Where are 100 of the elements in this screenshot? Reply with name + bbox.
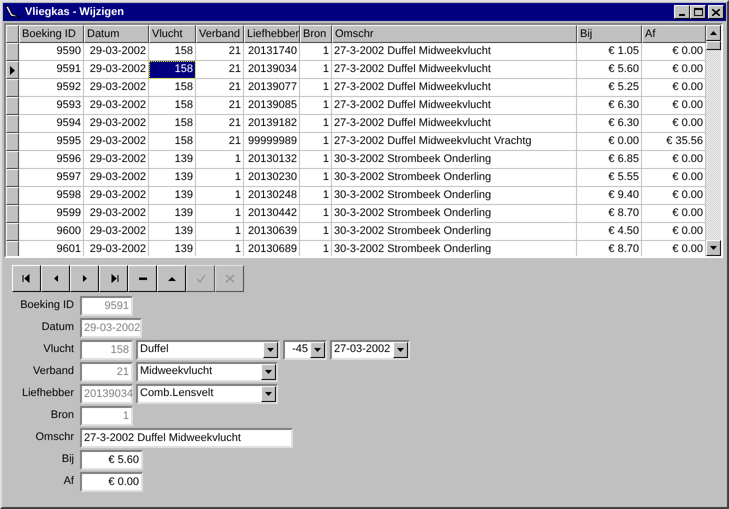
- table-cell: 30-3-2002 Strombeek Onderling: [332, 151, 577, 169]
- table-cell: 139: [149, 205, 196, 223]
- check-icon: [196, 274, 206, 283]
- up-arrow-icon: [710, 31, 717, 35]
- table-cell: 29-03-2002: [84, 43, 149, 61]
- row-indicator[interactable]: [6, 97, 19, 115]
- table-cell: 27-3-2002 Duffel Midweekvlucht Vrachtg: [332, 133, 577, 151]
- table-cell: 30-3-2002 Strombeek Onderling: [332, 205, 577, 223]
- field-label: Af: [62, 474, 75, 490]
- table-cell: 29-03-2002: [84, 169, 149, 187]
- delete-record-button[interactable]: [128, 265, 157, 292]
- field-label: Bij: [60, 452, 75, 468]
- edit-record-button[interactable]: [157, 265, 186, 292]
- table-cell: 1: [196, 169, 244, 187]
- table-cell: 30-3-2002 Strombeek Onderling: [332, 169, 577, 187]
- table-cell: 20130442: [244, 205, 300, 223]
- column-header[interactable]: Datum: [84, 25, 149, 43]
- column-header[interactable]: Verband: [196, 25, 244, 43]
- caret-icon: [265, 392, 272, 396]
- table-cell: € 6.30: [577, 97, 642, 115]
- skip-back-icon: [22, 274, 32, 283]
- row-indicator[interactable]: [6, 241, 19, 256]
- table-cell: 158: [149, 61, 196, 79]
- next-record-button[interactable]: [70, 265, 99, 292]
- row-indicator[interactable]: [6, 133, 19, 151]
- table-cell: 9597: [19, 169, 84, 187]
- first-record-button[interactable]: [12, 265, 41, 292]
- table-cell: 1: [300, 169, 332, 187]
- column-header[interactable]: Bij: [577, 25, 642, 43]
- table-cell: € 8.70: [577, 241, 642, 256]
- row-indicator[interactable]: [6, 187, 19, 205]
- row-indicator[interactable]: [6, 115, 19, 133]
- caret-icon: [267, 348, 274, 352]
- table-cell: 30-3-2002 Strombeek Onderling: [332, 187, 577, 205]
- previous-record-button[interactable]: [41, 265, 70, 292]
- table-cell: 21: [196, 97, 244, 115]
- table-cell: 1: [300, 43, 332, 61]
- row-indicator[interactable]: [6, 151, 19, 169]
- table-cell: 30-3-2002 Strombeek Onderling: [332, 223, 577, 241]
- table-cell: 139: [149, 241, 196, 256]
- table-cell: 9592: [19, 79, 84, 97]
- row-indicator[interactable]: [6, 79, 19, 97]
- field-label: Omschr: [34, 430, 75, 446]
- table-cell: 20139182: [244, 115, 300, 133]
- minimize-button[interactable]: [674, 5, 690, 19]
- table-cell: 21: [196, 133, 244, 151]
- field-label: Verband: [32, 364, 75, 380]
- table-cell: 9599: [19, 205, 84, 223]
- table-cell: 29-03-2002: [84, 133, 149, 151]
- table-cell: 29-03-2002: [84, 223, 149, 241]
- column-header[interactable]: Liefhebber: [244, 25, 300, 43]
- table-cell: 139: [149, 223, 196, 241]
- table-cell: 20130230: [244, 169, 300, 187]
- column-header[interactable]: Af: [642, 25, 706, 43]
- table-cell: 27-3-2002 Duffel Midweekvlucht: [332, 43, 577, 61]
- table-cell: € 6.30: [577, 115, 642, 133]
- table-cell: 1: [300, 241, 332, 256]
- table-cell: 1: [196, 205, 244, 223]
- caret-icon: [265, 370, 272, 374]
- input-field[interactable]: € 5.60: [80, 450, 143, 470]
- table-cell: € 5.55: [577, 169, 642, 187]
- column-header[interactable]: Boeking ID: [19, 25, 84, 43]
- table-cell: 20139077: [244, 79, 300, 97]
- table-cell: 9600: [19, 223, 84, 241]
- table-cell: 1: [196, 187, 244, 205]
- column-header[interactable]: Vlucht: [149, 25, 196, 43]
- table-cell: 9593: [19, 97, 84, 115]
- row-indicator[interactable]: [6, 169, 19, 187]
- down-arrow-icon: [710, 246, 717, 250]
- table-cell: 29-03-2002: [84, 205, 149, 223]
- maximize-button[interactable]: [690, 5, 706, 19]
- last-record-button[interactable]: [99, 265, 128, 292]
- table-cell: 9595: [19, 133, 84, 151]
- table-cell: 29-03-2002: [84, 97, 149, 115]
- vertical-scrollbar[interactable]: [706, 25, 721, 256]
- window-title: Vliegkas - Wijzigen: [25, 4, 124, 20]
- table-cell: 1: [300, 79, 332, 97]
- table-cell: 29-03-2002: [84, 187, 149, 205]
- table-cell: 20130689: [244, 241, 300, 256]
- table-cell: 139: [149, 187, 196, 205]
- close-button[interactable]: [708, 5, 724, 19]
- table-cell: 99999989: [244, 133, 300, 151]
- table-cell: 20130639: [244, 223, 300, 241]
- column-header[interactable]: Bron: [300, 25, 332, 43]
- row-indicator[interactable]: [6, 223, 19, 241]
- scroll-up-button[interactable]: [706, 25, 721, 41]
- scroll-down-button[interactable]: [706, 240, 721, 256]
- row-indicator[interactable]: [6, 205, 19, 223]
- table-cell: 1: [300, 61, 332, 79]
- row-indicator[interactable]: [6, 61, 19, 79]
- input-field[interactable]: 27-3-2002 Duffel Midweekvlucht: [80, 428, 293, 448]
- table-cell: 158: [149, 133, 196, 151]
- table-cell: 1: [300, 97, 332, 115]
- column-header[interactable]: Omschr: [332, 25, 577, 43]
- table-cell: € 5.60: [577, 61, 642, 79]
- input-field[interactable]: € 0.00: [80, 472, 143, 492]
- scroll-thumb[interactable]: [706, 41, 721, 50]
- table-cell: € 1.05: [577, 43, 642, 61]
- row-indicator[interactable]: [6, 43, 19, 61]
- table-cell: 158: [149, 115, 196, 133]
